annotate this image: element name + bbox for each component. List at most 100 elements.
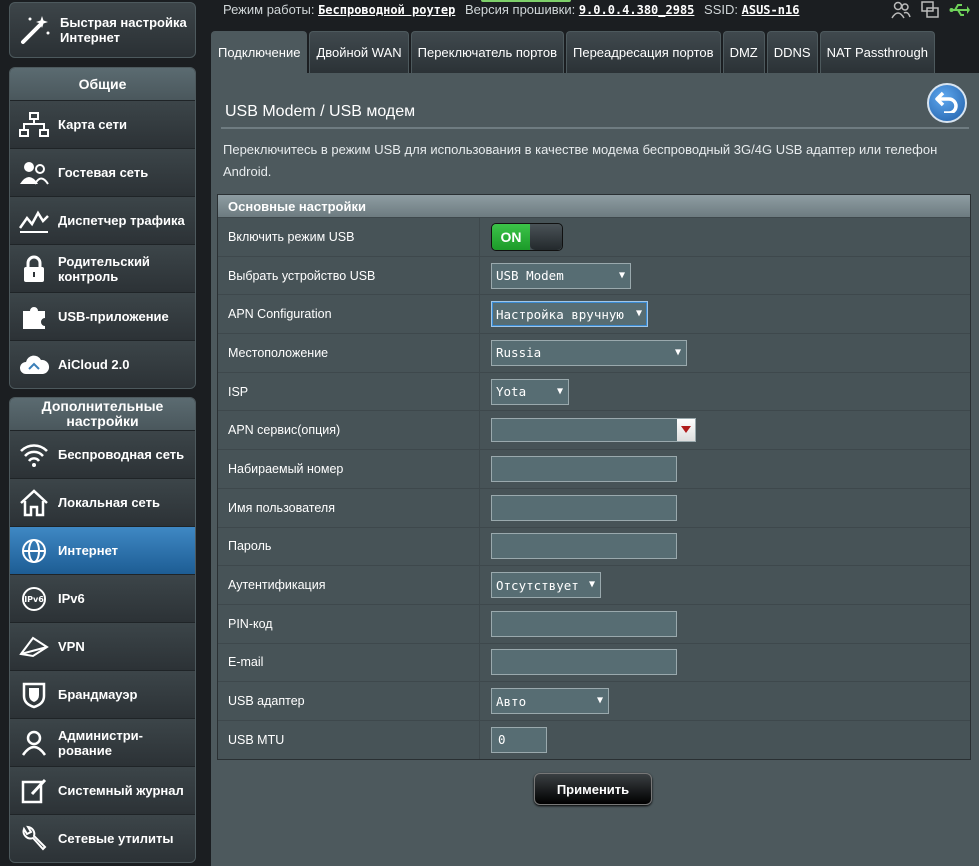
usb-adapter-select[interactable]: Авто ▼ <box>491 688 609 715</box>
chevron-down-icon: ▼ <box>618 269 625 281</box>
general-header: Общие <box>10 68 195 100</box>
sidebar-item-label: Карта сети <box>58 117 127 132</box>
sidebar-item-administration[interactable]: Администри-рование <box>10 718 195 766</box>
row-isp: ISP Yota ▼ <box>218 371 970 411</box>
sidebar-item-label: Администри-рование <box>58 727 143 758</box>
select-value: Авто <box>496 693 527 709</box>
wand-icon <box>10 2 60 58</box>
field-label: USB MTU <box>218 720 480 759</box>
apn-service-combo[interactable] <box>491 418 696 443</box>
sidebar-item-label: AiCloud 2.0 <box>58 357 130 372</box>
chevron-down-icon: ▼ <box>556 385 563 397</box>
tab-port-forwarding[interactable]: Переадресация портов <box>566 31 721 73</box>
sidebar-item-label: Родительский контроль <box>58 253 150 284</box>
apply-button[interactable]: Применить <box>534 773 652 805</box>
select-value: Yota <box>496 384 527 400</box>
row-usb-mtu: USB MTU 0 <box>218 719 970 759</box>
ssid-label: SSID: <box>704 2 738 17</box>
row-usb-mode: Включить режим USB ON <box>218 217 970 256</box>
tab-dual-wan[interactable]: Двойной WAN <box>309 31 409 73</box>
sidebar-item-internet[interactable]: Интернет <box>10 526 195 574</box>
copy-windows-icon[interactable] <box>921 1 939 22</box>
wifi-icon <box>10 431 58 479</box>
cloud-icon <box>10 341 58 389</box>
row-password: Пароль <box>218 526 970 566</box>
advanced-header: Дополнительные настройки <box>10 398 195 430</box>
admin-icon <box>10 719 58 767</box>
usb-device-select[interactable]: USB Modem ▼ <box>491 262 631 289</box>
sidebar-item-parental-control[interactable]: Родительский контроль <box>10 244 195 292</box>
network-map-icon <box>10 101 58 149</box>
status-bar: Режим работы: Беспроводной роутер Версия… <box>211 0 979 22</box>
dropdown-arrow-icon[interactable] <box>677 419 695 442</box>
guest-network-icon <box>10 149 58 197</box>
auth-select[interactable]: Отсутствует ▼ <box>491 572 601 599</box>
field-label: Имя пользователя <box>218 488 480 527</box>
sidebar-item-network-map[interactable]: Карта сети <box>10 100 195 148</box>
email-input[interactable] <box>491 649 677 676</box>
sidebar-item-system-log[interactable]: Системный журнал <box>10 766 195 814</box>
sidebar-item-label: Системный журнал <box>58 783 184 798</box>
mode-label: Режим работы: <box>223 2 315 17</box>
username-input[interactable] <box>491 494 677 521</box>
sidebar: Быстрая настройка Интернет Общие Карта с… <box>0 0 211 866</box>
wrench-icon <box>10 815 58 863</box>
globe-icon <box>10 527 58 575</box>
password-input[interactable] <box>491 533 677 560</box>
svg-text:IPv6: IPv6 <box>24 595 44 604</box>
usb-icon[interactable] <box>949 1 971 22</box>
traffic-manager-icon <box>10 197 58 245</box>
sidebar-item-traffic-manager[interactable]: Диспетчер трафика <box>10 196 195 244</box>
sidebar-item-usb-app[interactable]: USB-приложение <box>10 292 195 340</box>
basic-settings-table: Основные настройки Включить режим USB ON… <box>217 194 971 760</box>
pin-input[interactable] <box>491 610 677 637</box>
sidebar-item-vpn[interactable]: VPN <box>10 622 195 670</box>
lock-icon <box>10 245 58 293</box>
apn-service-input[interactable] <box>492 419 677 441</box>
clients-icon[interactable] <box>891 1 911 22</box>
sidebar-item-label: Диспетчер трафика <box>58 213 185 228</box>
sidebar-item-network-tools[interactable]: Сетевые утилиты <box>10 814 195 862</box>
tab-port-switch[interactable]: Переключатель портов <box>410 31 564 73</box>
row-apn-service: APN сервис(опция) <box>218 410 970 450</box>
operation-mode-link[interactable]: Беспроводной роутер <box>318 3 455 17</box>
title-divider <box>221 127 969 129</box>
tab-dmz[interactable]: DMZ <box>722 31 765 73</box>
general-menu: Общие Карта сети Гостевая сеть Диспетчер… <box>9 67 196 389</box>
home-icon <box>10 479 58 527</box>
apn-config-select[interactable]: Настройка вручную ▼ <box>491 301 648 328</box>
row-usb-adapter: USB адаптер Авто ▼ <box>218 681 970 720</box>
dial-number-input[interactable] <box>491 455 677 482</box>
sidebar-item-label: Локальная сеть <box>58 495 160 510</box>
row-email: E-mail <box>218 642 970 682</box>
field-label: Пароль <box>218 527 480 566</box>
row-dial-number: Набираемый номер <box>218 449 970 488</box>
tab-nat-passthrough[interactable]: NAT Passthrough <box>819 31 935 73</box>
usb-mode-toggle[interactable]: ON <box>491 222 563 251</box>
sidebar-item-ipv6[interactable]: IPv6 IPv6 <box>10 574 195 622</box>
field-label: Включить режим USB <box>218 218 480 256</box>
page-description: Переключитесь в режим USB для использова… <box>223 142 938 179</box>
sidebar-item-wireless[interactable]: Беспроводная сеть <box>10 430 195 478</box>
sidebar-item-guest-network[interactable]: Гостевая сеть <box>10 148 195 196</box>
isp-select[interactable]: Yota ▼ <box>491 378 569 405</box>
quick-internet-setup-button[interactable]: Быстрая настройка Интернет <box>9 2 196 58</box>
sidebar-item-firewall[interactable]: Брандмауэр <box>10 670 195 718</box>
quick-setup-label: Быстрая настройка Интернет <box>60 15 187 45</box>
vpn-icon <box>10 623 58 671</box>
row-apn-config: APN Configuration Настройка вручную ▼ <box>218 294 970 334</box>
usb-mtu-input[interactable]: 0 <box>491 726 547 753</box>
firmware-version-link[interactable]: 9.0.0.4.380_2985 <box>579 3 695 17</box>
field-label: APN Configuration <box>218 295 480 334</box>
ipv6-icon: IPv6 <box>10 575 58 623</box>
sidebar-item-label: VPN <box>58 639 85 654</box>
sidebar-item-aicloud[interactable]: AiCloud 2.0 <box>10 340 195 388</box>
field-label: Выбрать устройство USB <box>218 256 480 295</box>
tab-connection[interactable]: Подключение <box>211 31 308 73</box>
location-select[interactable]: Russia ▼ <box>491 339 687 366</box>
ssid-link[interactable]: ASUS-n16 <box>742 3 800 17</box>
tab-ddns[interactable]: DDNS <box>766 31 818 73</box>
back-button[interactable] <box>927 83 967 123</box>
page-title: USB Modem / USB модем <box>225 103 416 120</box>
sidebar-item-lan[interactable]: Локальная сеть <box>10 478 195 526</box>
